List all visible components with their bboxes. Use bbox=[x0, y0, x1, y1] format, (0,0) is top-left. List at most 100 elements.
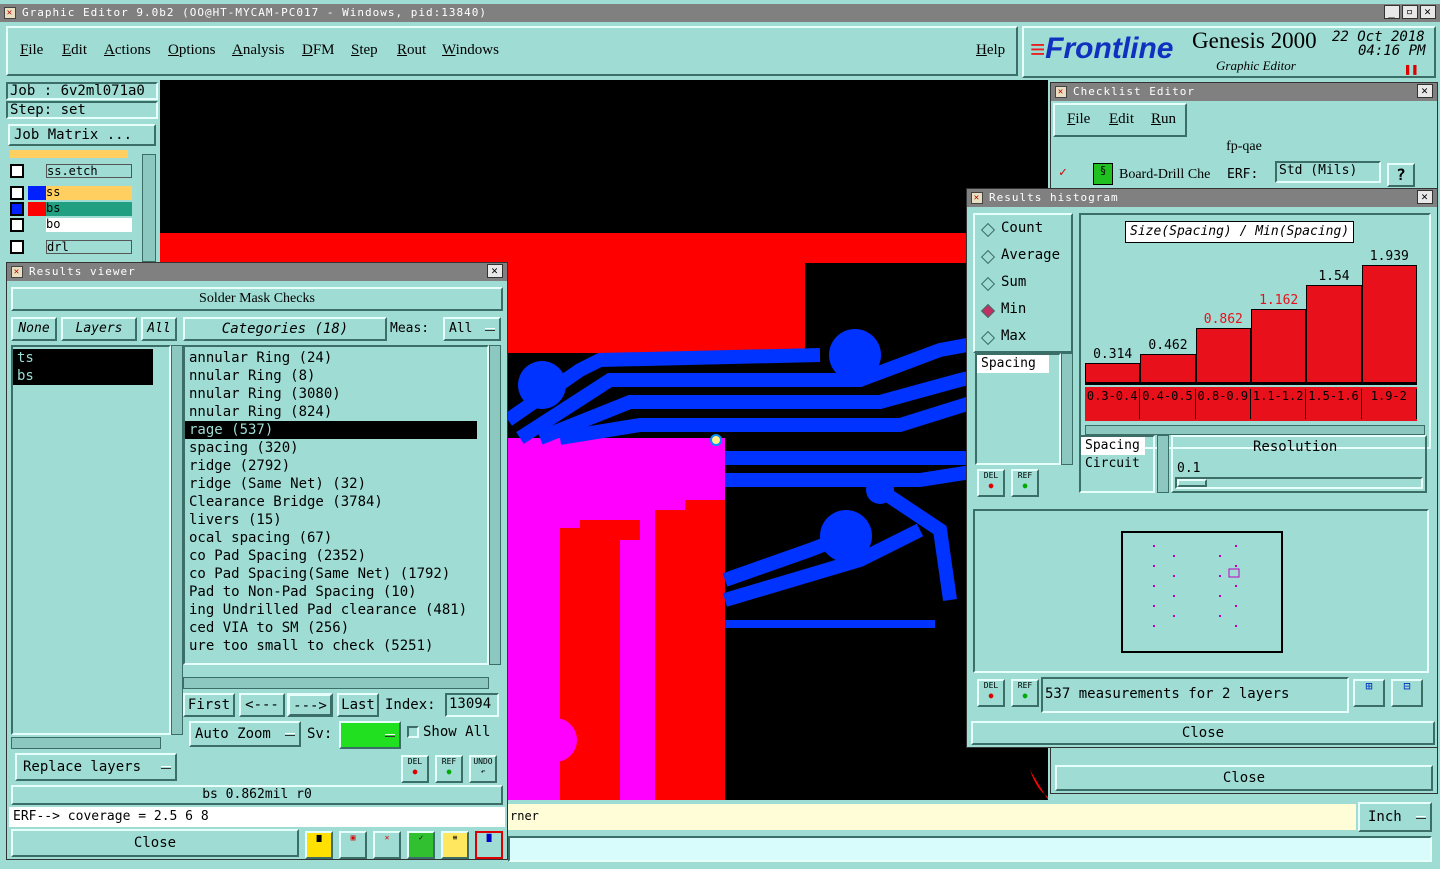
menu-help[interactable]: Help bbox=[976, 42, 1005, 59]
job-matrix-button[interactable]: Job Matrix ... bbox=[8, 124, 156, 146]
checklist-close-icon[interactable]: ✕ bbox=[1417, 84, 1433, 98]
layer-row[interactable]: bo bbox=[10, 218, 132, 234]
radio-sum[interactable] bbox=[980, 276, 996, 292]
auto-zoom-dropdown[interactable]: Auto Zoom bbox=[189, 721, 301, 747]
ref-button[interactable]: REF ● bbox=[1011, 469, 1039, 497]
layer-checkbox[interactable] bbox=[10, 186, 24, 200]
list-item[interactable]: ure too small to check (5251) bbox=[185, 637, 477, 655]
list-item[interactable]: co Pad Spacing(Same Net) (1792) bbox=[185, 565, 477, 583]
list-item[interactable]: ing Undrilled Pad clearance (481) bbox=[185, 601, 477, 619]
list-item[interactable]: ocal spacing (67) bbox=[185, 529, 477, 547]
list-item[interactable]: bs bbox=[13, 367, 153, 385]
menu-step[interactable]: Step bbox=[351, 42, 378, 59]
list-item[interactable]: ridge (2792) bbox=[185, 457, 477, 475]
list-item[interactable]: Circuit bbox=[1081, 455, 1153, 473]
type-list-scrollbar[interactable] bbox=[1157, 435, 1169, 493]
menu-options[interactable]: Options bbox=[168, 42, 216, 59]
prev-button[interactable]: <--- bbox=[239, 693, 285, 717]
checklist-menu-run[interactable]: Run bbox=[1151, 111, 1176, 128]
list-item[interactable]: livers (15) bbox=[185, 511, 477, 529]
checklist-menu-edit[interactable]: Edit bbox=[1109, 111, 1134, 128]
histogram-close-button[interactable]: Close bbox=[971, 721, 1435, 745]
menu-actions[interactable]: Actions bbox=[104, 42, 151, 59]
layer-checkbox[interactable] bbox=[10, 164, 24, 178]
del-button[interactable]: DEL ● bbox=[401, 755, 429, 783]
layer-checkbox[interactable] bbox=[10, 202, 24, 216]
list-item[interactable]: spacing (320) bbox=[185, 439, 477, 457]
menu-file[interactable]: File bbox=[20, 42, 43, 59]
list-item[interactable]: nnular Ring (824) bbox=[185, 403, 477, 421]
resolution-slider[interactable] bbox=[1175, 477, 1423, 489]
layer-checkbox[interactable] bbox=[10, 240, 24, 254]
bar-chart-icon[interactable]: ▆ bbox=[305, 831, 333, 859]
first-button[interactable]: First bbox=[183, 693, 235, 717]
histogram-icon[interactable]: ▇ bbox=[475, 831, 503, 859]
menu-analysis[interactable]: Analysis bbox=[232, 42, 285, 59]
erf-value[interactable]: Std (Mils) bbox=[1275, 161, 1381, 183]
checklist-icon[interactable]: ✓ bbox=[407, 831, 435, 859]
layers-vscrollbar[interactable] bbox=[171, 345, 183, 735]
minimize-button[interactable]: _ bbox=[1384, 5, 1400, 19]
list-item[interactable]: Spacing bbox=[977, 355, 1049, 373]
list-item[interactable]: co Pad Spacing (2352) bbox=[185, 547, 477, 565]
erf-icon[interactable]: ✕ bbox=[373, 831, 401, 859]
help-icon[interactable]: ? bbox=[1387, 163, 1415, 187]
command-input[interactable] bbox=[508, 836, 1432, 862]
histogram-bar[interactable] bbox=[1251, 309, 1307, 383]
list-item[interactable]: nnular Ring (3080) bbox=[185, 385, 477, 403]
menu-edit[interactable]: Edit bbox=[62, 42, 87, 59]
table-icon[interactable]: ▣ bbox=[339, 831, 367, 859]
radio-count[interactable] bbox=[980, 222, 996, 238]
histogram-bar[interactable] bbox=[1140, 354, 1196, 383]
histogram-bar[interactable] bbox=[1195, 328, 1251, 383]
list-item[interactable]: rage (537) bbox=[185, 421, 477, 439]
show-all-checkbox[interactable] bbox=[407, 726, 419, 738]
categories-vscrollbar[interactable] bbox=[489, 345, 501, 665]
last-button[interactable]: Last bbox=[337, 693, 379, 717]
ref-button[interactable]: REF ● bbox=[1011, 679, 1039, 707]
menu-windows[interactable]: Windows bbox=[442, 42, 499, 59]
categories-hscrollbar[interactable] bbox=[183, 677, 489, 689]
menu-rout[interactable]: Rout bbox=[397, 42, 426, 59]
list-item[interactable]: Spacing bbox=[1081, 437, 1145, 455]
sv-dropdown[interactable] bbox=[339, 721, 401, 749]
list-item[interactable]: annular Ring (24) bbox=[185, 349, 477, 367]
undo-button[interactable]: UNDO ↶ bbox=[469, 755, 497, 783]
layer-row[interactable]: ss.etch bbox=[10, 164, 132, 180]
zoom-in-icon[interactable]: ⊞ bbox=[1353, 679, 1385, 707]
zoom-out-icon[interactable]: ⊟ bbox=[1391, 679, 1423, 707]
meas-dropdown[interactable]: All bbox=[443, 317, 501, 341]
maximize-button[interactable]: ▫ bbox=[1402, 5, 1418, 19]
next-button[interactable]: ---> bbox=[287, 693, 333, 717]
units-dropdown[interactable]: Inch bbox=[1358, 802, 1432, 832]
histogram-bar[interactable] bbox=[1361, 265, 1417, 383]
layers-list[interactable]: ts bs bbox=[11, 345, 171, 735]
list-item[interactable]: ts bbox=[13, 349, 153, 367]
menu-dfm[interactable]: DFM bbox=[302, 42, 335, 59]
layer-row[interactable]: bs bbox=[10, 202, 132, 218]
list-item[interactable]: ced VIA to SM (256) bbox=[185, 619, 477, 637]
histogram-bar[interactable] bbox=[1306, 285, 1362, 383]
report-icon[interactable]: ≡ bbox=[441, 831, 469, 859]
layers-hscrollbar[interactable] bbox=[11, 737, 161, 749]
categories-button[interactable]: Categories (18) bbox=[183, 317, 387, 341]
measure-list-scrollbar[interactable] bbox=[1061, 353, 1073, 465]
layers-button[interactable]: Layers bbox=[61, 317, 137, 341]
categories-list[interactable]: annular Ring (24) nnular Ring (8) nnular R… bbox=[183, 345, 489, 665]
list-item[interactable]: Clearance Bridge (3784) bbox=[185, 493, 477, 511]
histogram-close-icon[interactable]: ✕ bbox=[1417, 190, 1433, 204]
radio-max[interactable] bbox=[980, 330, 996, 346]
radio-average[interactable] bbox=[980, 249, 996, 265]
list-item[interactable]: Pad to Non-Pad Spacing (10) bbox=[185, 583, 477, 601]
replace-layers-dropdown[interactable]: Replace layers bbox=[15, 753, 177, 781]
list-item[interactable]: ridge (Same Net) (32) bbox=[185, 475, 477, 493]
close-button[interactable]: Close bbox=[11, 829, 299, 857]
radio-min[interactable] bbox=[980, 303, 996, 319]
none-button[interactable]: None bbox=[11, 317, 57, 341]
list-item[interactable]: nnular Ring (8) bbox=[185, 367, 477, 385]
histogram-bar[interactable] bbox=[1085, 363, 1141, 383]
close-window-button[interactable]: ✕ bbox=[1420, 5, 1436, 19]
type-list[interactable]: Spacing Circuit bbox=[1079, 435, 1155, 493]
checklist-close-button[interactable]: Close bbox=[1055, 765, 1433, 791]
checklist-row[interactable]: ✓ § Board-Drill Che ERF: Std (Mils) ? bbox=[1055, 161, 1425, 187]
